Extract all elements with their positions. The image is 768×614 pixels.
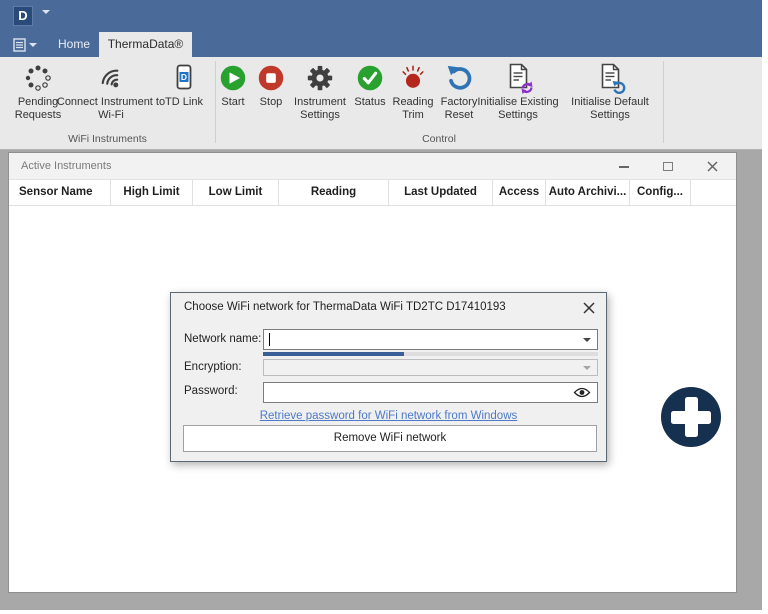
column-header-access[interactable]: Access xyxy=(493,180,546,205)
button-label: Start xyxy=(221,96,245,108)
stop-icon xyxy=(257,61,285,95)
network-name-label: Network name: xyxy=(184,333,262,345)
trim-burst-icon xyxy=(398,61,428,95)
maximize-button[interactable] xyxy=(646,153,690,180)
application-window: D Home ThermaData® Pending Requests Conn… xyxy=(0,0,768,614)
button-label: Status xyxy=(354,96,386,108)
ribbon: Pending Requests Connect Instrument to W… xyxy=(0,57,762,150)
dialog-close-button[interactable] xyxy=(580,299,598,317)
play-icon xyxy=(219,61,247,95)
tab-thermadata[interactable]: ThermaData® xyxy=(99,32,192,57)
check-icon xyxy=(356,61,384,95)
tab-home[interactable]: Home xyxy=(50,32,98,57)
button-label: Instrument Settings xyxy=(294,96,346,121)
button-label: Reading Trim xyxy=(392,96,434,121)
column-header-config[interactable]: Config... xyxy=(630,180,691,205)
document-refresh-icon xyxy=(502,61,534,95)
start-button[interactable]: Start xyxy=(215,61,251,109)
app-logo[interactable]: D xyxy=(13,6,33,26)
remove-wifi-network-button[interactable]: Remove WiFi network xyxy=(183,425,597,452)
column-header-sensor-name[interactable]: Sensor Name xyxy=(9,180,111,205)
undo-arrow-icon xyxy=(444,61,474,95)
eye-icon xyxy=(573,387,591,398)
column-header-filler xyxy=(691,180,736,205)
password-label: Password: xyxy=(184,385,238,397)
button-label: Initialise Existing Settings xyxy=(477,96,559,121)
show-password-button[interactable] xyxy=(573,386,591,404)
chevron-down-icon xyxy=(583,366,591,370)
window-controls xyxy=(602,153,734,180)
retrieve-password-link[interactable]: Retrieve password for WiFi network from … xyxy=(260,410,518,422)
gear-icon xyxy=(305,61,335,95)
minimize-button[interactable] xyxy=(602,153,646,180)
connect-instrument-wifi-button[interactable]: Connect Instrument to Wi-Fi xyxy=(56,61,166,122)
column-header-low-limit[interactable]: Low Limit xyxy=(193,180,279,205)
close-icon xyxy=(706,161,718,172)
svg-text:D: D xyxy=(181,72,187,82)
close-icon xyxy=(583,302,595,314)
column-header-row: Sensor Name High Limit Low Limit Reading… xyxy=(9,180,736,206)
maximize-icon xyxy=(663,162,673,171)
add-instrument-button[interactable] xyxy=(661,387,721,447)
app-menu-button[interactable] xyxy=(42,10,50,32)
encryption-combobox-disabled xyxy=(263,359,598,376)
retrieve-password-link-row: Retrieve password for WiFi network from … xyxy=(171,406,606,424)
plus-icon xyxy=(671,410,711,424)
group-divider xyxy=(663,61,664,143)
ribbon-tab-row: Home ThermaData® xyxy=(0,32,762,57)
button-label: Stop xyxy=(259,96,283,108)
column-header-last-updated[interactable]: Last Updated xyxy=(389,180,493,205)
password-input[interactable] xyxy=(263,382,598,403)
choose-wifi-network-dialog: Choose WiFi network for ThermaData WiFi … xyxy=(170,292,607,462)
column-header-auto-archiving[interactable]: Auto Archivi... xyxy=(546,180,630,205)
phone-icon: D xyxy=(168,61,200,95)
wifi-icon xyxy=(94,61,128,95)
chevron-down-icon xyxy=(29,42,37,47)
button-label: Connect Instrument to Wi-Fi xyxy=(56,96,166,121)
chevron-down-icon xyxy=(42,10,50,31)
progress-fill xyxy=(263,352,404,356)
network-name-combobox[interactable] xyxy=(263,329,598,350)
initialise-existing-settings-button[interactable]: Initialise Existing Settings xyxy=(475,61,561,122)
spinner-dots-icon xyxy=(22,61,54,95)
reading-trim-button[interactable]: Reading Trim xyxy=(389,61,437,122)
group-label-wifi-instruments: WiFi Instruments xyxy=(68,133,147,145)
td-link-button[interactable]: D TD Link xyxy=(156,61,212,109)
chevron-down-icon[interactable] xyxy=(583,338,591,342)
instrument-settings-button[interactable]: Instrument Settings xyxy=(285,61,355,122)
window-title-bar: Active Instruments xyxy=(9,153,736,180)
initialise-default-settings-button[interactable]: Initialise Default Settings xyxy=(563,61,657,122)
column-header-reading[interactable]: Reading xyxy=(279,180,389,205)
encryption-label: Encryption: xyxy=(184,361,242,373)
button-label: TD Link xyxy=(165,96,203,108)
file-menu-button[interactable] xyxy=(13,36,41,53)
window-title: Active Instruments xyxy=(21,160,112,172)
status-button[interactable]: Status xyxy=(351,61,389,109)
minimize-icon xyxy=(619,165,629,168)
close-button[interactable] xyxy=(690,153,734,180)
network-scan-progress-bar xyxy=(263,352,598,356)
text-cursor xyxy=(269,333,270,346)
column-header-high-limit[interactable]: High Limit xyxy=(111,180,193,205)
stop-button[interactable]: Stop xyxy=(254,61,288,109)
dialog-title: Choose WiFi network for ThermaData WiFi … xyxy=(184,301,506,313)
button-label: Initialise Default Settings xyxy=(571,96,649,121)
document-undo-icon xyxy=(594,61,626,95)
group-label-control: Control xyxy=(422,133,456,145)
title-bar: D xyxy=(0,0,762,32)
document-list-icon xyxy=(13,37,26,52)
